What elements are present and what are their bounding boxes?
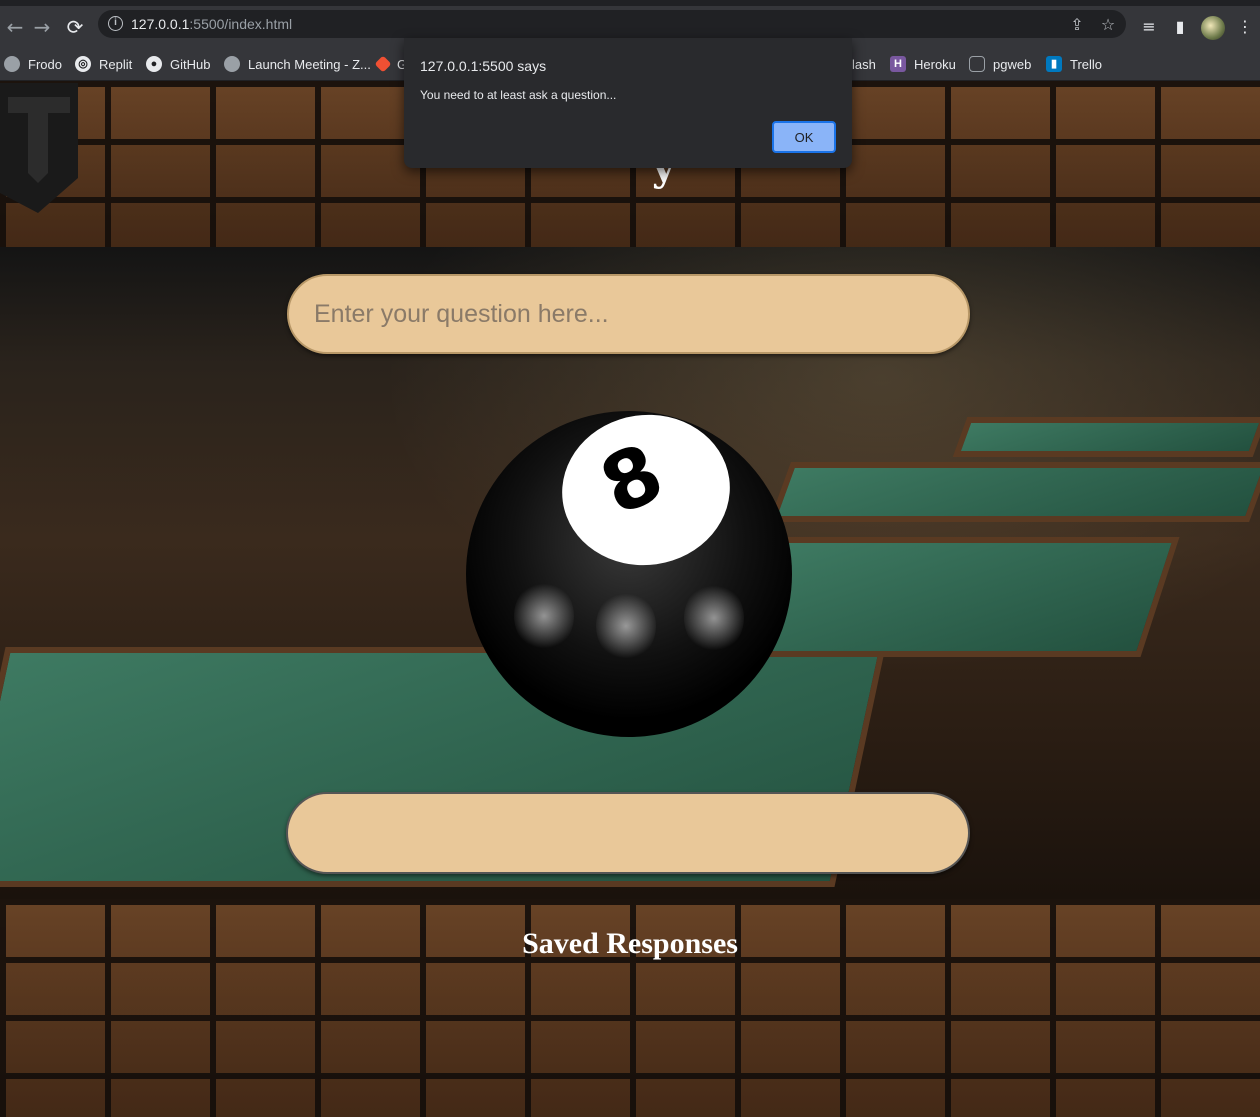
bookmark-label: lash — [852, 56, 876, 72]
back-icon[interactable]: ← — [2, 14, 28, 40]
bookmark-flash[interactable]: lash — [852, 54, 876, 74]
ball-highlight — [684, 583, 744, 653]
bookmark-label: Frodo — [28, 56, 62, 72]
saved-responses-heading: Saved Responses — [522, 927, 738, 960]
reload-icon[interactable]: ⟳ — [62, 14, 88, 40]
alert-title: 127.0.0.1:5500 says — [420, 58, 547, 74]
globe-icon — [4, 56, 20, 72]
bookmark-launch-meeting[interactable]: Launch Meeting - Z... — [224, 54, 371, 74]
answer-display — [286, 792, 970, 874]
trello-icon: ▮ — [1046, 56, 1062, 72]
pool-table-back — [769, 462, 1260, 522]
database-icon — [969, 56, 985, 72]
ball-highlight — [596, 591, 656, 661]
url-path: :5500/index.html — [189, 16, 293, 32]
bookmark-label: Trello — [1070, 56, 1103, 72]
star-icon[interactable]: ☆ — [1097, 14, 1119, 36]
alert-message: You need to at least ask a question... — [420, 88, 617, 102]
menu-icon[interactable]: ⋮ — [1233, 15, 1257, 39]
globe-icon — [224, 56, 240, 72]
question-input[interactable] — [287, 274, 970, 354]
bookmark-replit[interactable]: ◎ Replit — [75, 54, 132, 74]
heroku-icon: H — [890, 56, 906, 72]
ball-highlight — [514, 581, 574, 651]
site-info-icon[interactable]: i — [108, 16, 123, 31]
git-icon — [374, 55, 392, 73]
ok-button[interactable]: OK — [772, 121, 836, 153]
bookmark-label: Launch Meeting - Z... — [248, 56, 371, 72]
bookmark-label: GitHub — [170, 56, 211, 72]
page-viewport: y 8 Saved Responses — [0, 81, 1260, 1117]
url-host: 127.0.0.1 — [131, 16, 190, 32]
forward-icon[interactable]: → — [29, 14, 55, 40]
bookmark-frodo[interactable]: Frodo — [4, 54, 62, 74]
bookmark-git[interactable]: G — [374, 54, 407, 74]
bookmark-heroku[interactable]: H Heroku — [890, 54, 956, 74]
pool-table-mid — [740, 537, 1180, 657]
github-icon: ● — [146, 56, 162, 72]
address-bar[interactable]: i 127.0.0.1:5500/index.html ⇪ ☆ — [98, 10, 1126, 38]
side-panel-icon[interactable]: ▮ — [1168, 15, 1192, 39]
bookmark-github[interactable]: ● GitHub — [146, 54, 210, 74]
bookmark-label: pgweb — [993, 56, 1032, 72]
profile-avatar[interactable] — [1201, 16, 1225, 40]
site-logo — [0, 83, 78, 213]
saved-responses-section: Saved Responses — [0, 899, 1260, 1117]
url-text[interactable]: 127.0.0.1:5500/index.html — [131, 16, 292, 32]
bookmark-pgweb[interactable]: pgweb — [969, 54, 1031, 74]
bookmark-trello[interactable]: ▮ Trello — [1046, 54, 1102, 74]
media-control-icon[interactable]: ≡ — [1137, 15, 1161, 39]
pool-table-far — [952, 417, 1260, 457]
share-icon[interactable]: ⇪ — [1066, 14, 1088, 36]
bookmark-label: Replit — [99, 56, 133, 72]
magic-eight-ball[interactable]: 8 — [466, 411, 792, 737]
alert-dialog: 127.0.0.1:5500 says You need to at least… — [404, 38, 852, 168]
replit-icon: ◎ — [75, 56, 91, 72]
bookmark-label: Heroku — [914, 56, 956, 72]
pool-hall-stage: 8 — [0, 247, 1260, 899]
